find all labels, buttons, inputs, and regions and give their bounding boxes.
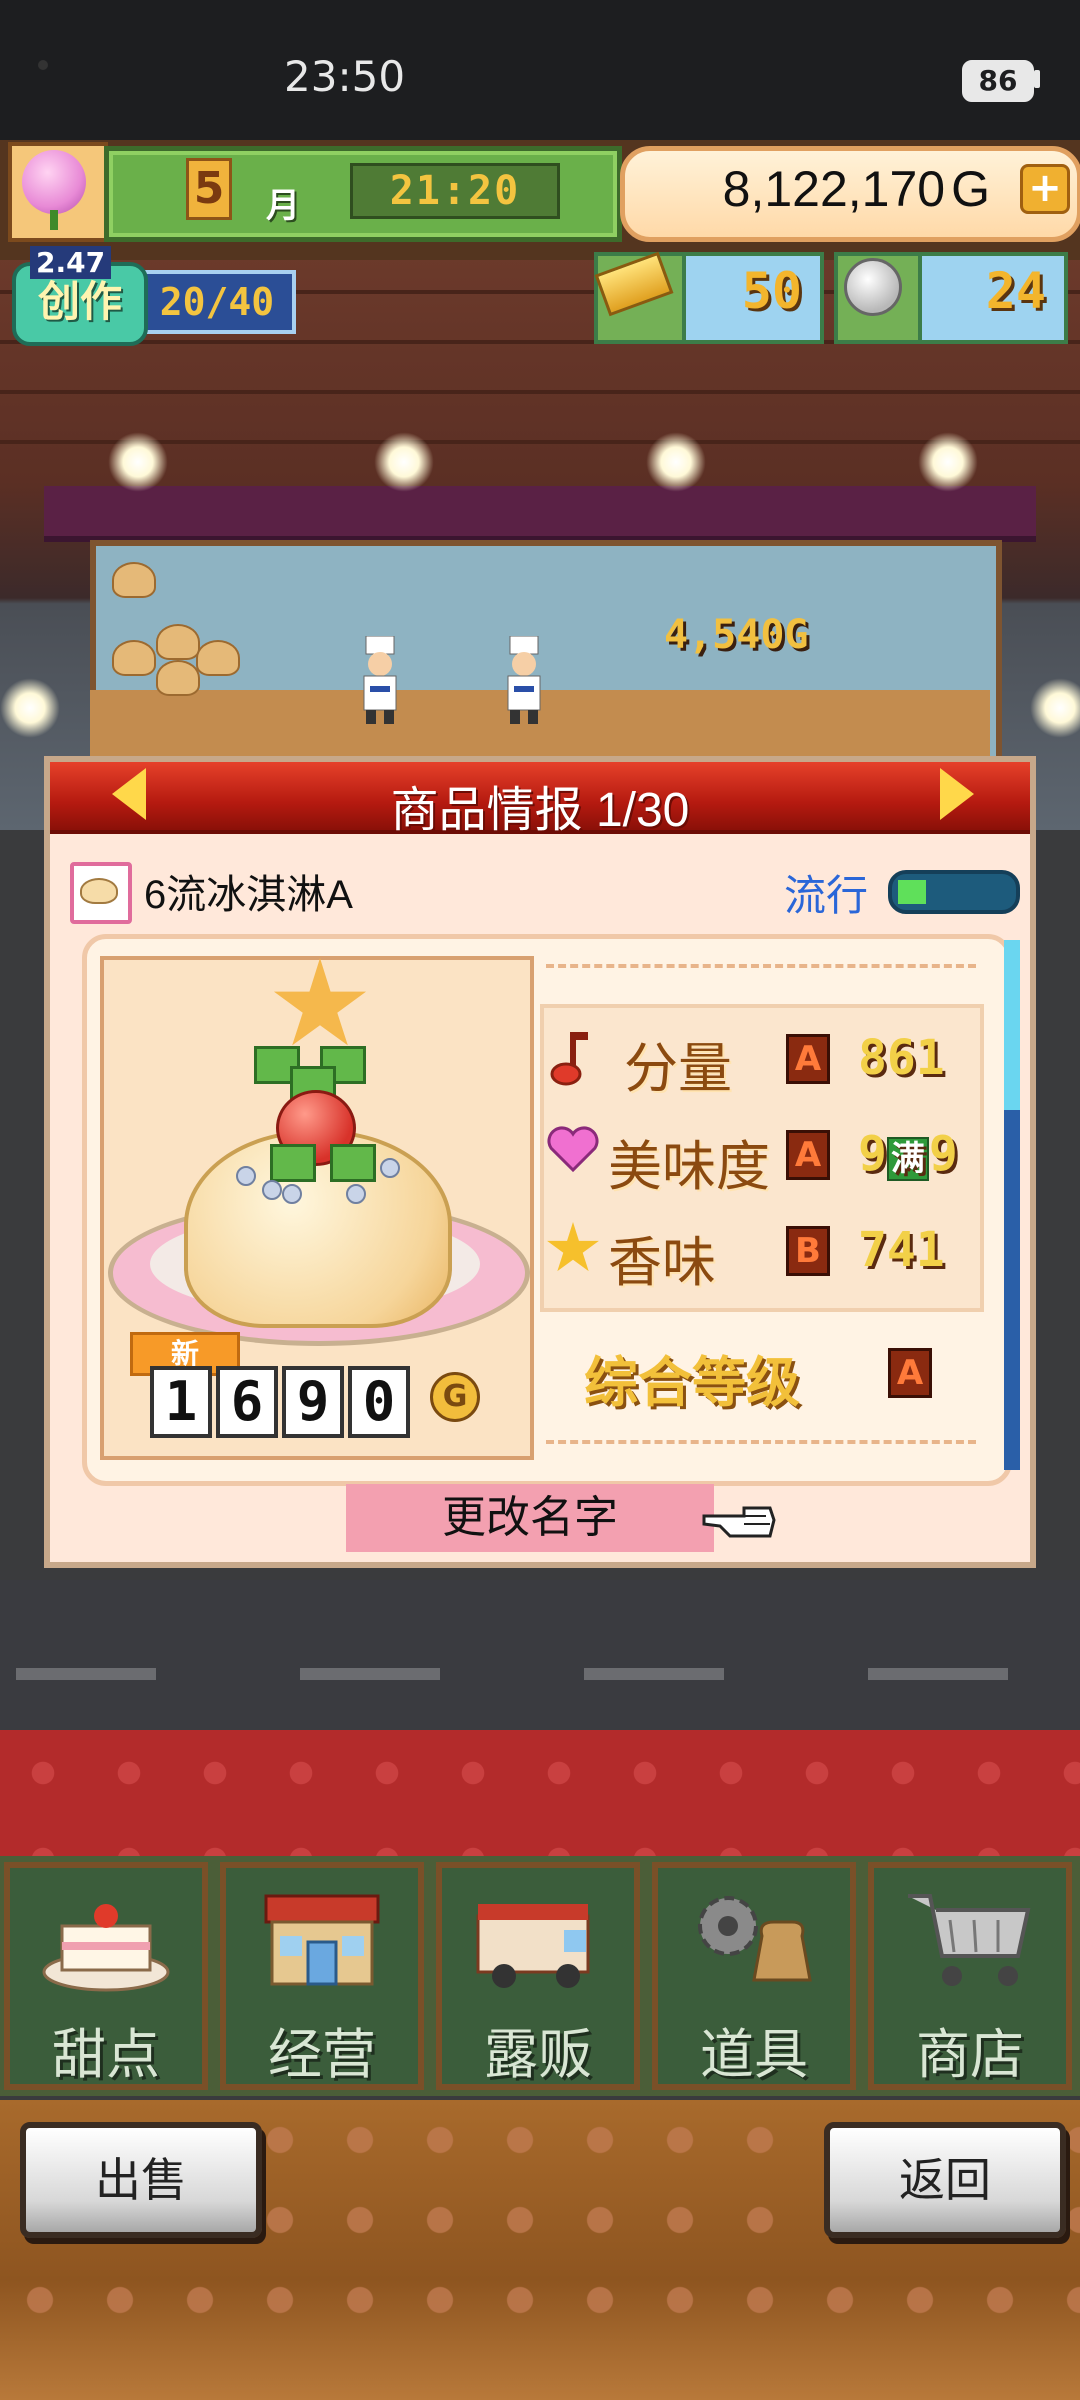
lamp-light bbox=[108, 432, 168, 492]
front-camera bbox=[38, 60, 48, 70]
heart-icon bbox=[546, 1124, 600, 1174]
sugar-bead bbox=[262, 1180, 282, 1200]
pointing-hand-icon bbox=[700, 1496, 778, 1542]
chef-character bbox=[500, 635, 548, 726]
gold-bar-count: 50 bbox=[741, 262, 802, 320]
music-note-icon bbox=[548, 1028, 592, 1088]
stat-value-taste: 9 满9 bbox=[858, 1126, 958, 1182]
cart-icon bbox=[900, 1886, 1040, 1996]
lamp-light bbox=[0, 678, 60, 738]
lamp-light bbox=[918, 432, 978, 492]
lane-marking bbox=[300, 1668, 440, 1680]
shop-awning bbox=[44, 486, 1036, 542]
flower-icon bbox=[22, 150, 86, 214]
trend-meter-fill bbox=[898, 880, 926, 904]
shop-icon bbox=[252, 1886, 392, 1996]
overall-grade-label: 综合等级 bbox=[584, 1353, 800, 1413]
stat-label-volume: 分量 bbox=[624, 1039, 732, 1099]
price-digit: 0 bbox=[348, 1366, 410, 1438]
divider bbox=[546, 1440, 976, 1444]
sell-button[interactable]: 出售 bbox=[20, 2122, 262, 2238]
max-tag: 满 bbox=[886, 1137, 929, 1181]
sugar-bead bbox=[380, 1158, 400, 1178]
back-button[interactable]: 返回 bbox=[824, 2122, 1066, 2238]
lane-marking bbox=[584, 1668, 724, 1680]
mint-leaf bbox=[270, 1144, 316, 1182]
item-name: 6流冰淇淋A bbox=[144, 873, 353, 917]
sugar-bead bbox=[346, 1184, 366, 1204]
lamp-light bbox=[646, 432, 706, 492]
menu-label-management: 经营 bbox=[268, 2025, 376, 2085]
medal-count: 24 bbox=[985, 262, 1046, 320]
stat-label-taste: 美味度 bbox=[608, 1137, 770, 1197]
add-money-button[interactable]: + bbox=[1020, 164, 1070, 214]
flower-stem bbox=[50, 210, 58, 230]
dialog-title: 商品情报 1/30 bbox=[390, 784, 690, 837]
bread-display bbox=[156, 660, 200, 696]
bread-display bbox=[156, 624, 200, 660]
create-count: 20/40 bbox=[138, 270, 296, 334]
food-truck-icon bbox=[468, 1886, 608, 1996]
overall-grade: A bbox=[888, 1348, 932, 1398]
gear-bag-icon bbox=[684, 1886, 824, 1996]
create-level: 2.47 bbox=[30, 246, 112, 279]
rename-button[interactable]: 更改名字 bbox=[346, 1484, 714, 1552]
bread-display bbox=[112, 640, 156, 676]
bread-display bbox=[112, 562, 156, 598]
money-unit: G bbox=[951, 161, 990, 217]
mint-leaf bbox=[330, 1144, 376, 1182]
game-time: 21:20 bbox=[350, 163, 560, 219]
price-unit: G bbox=[430, 1372, 480, 1422]
stat-value-volume: 861 bbox=[858, 1030, 945, 1086]
bread-display bbox=[196, 640, 240, 676]
month-label: 月 bbox=[266, 186, 300, 226]
stat-grade-volume: A bbox=[786, 1034, 830, 1084]
stat-grade-taste: A bbox=[786, 1130, 830, 1180]
battery-indicator: 86 bbox=[962, 60, 1034, 102]
lane-marking bbox=[16, 1668, 156, 1680]
cake-icon bbox=[36, 1886, 176, 1996]
stat-grade-aroma: B bbox=[786, 1226, 830, 1276]
floating-earnings: 4,540G bbox=[664, 612, 809, 658]
dessert-icon bbox=[80, 878, 118, 904]
medal-icon bbox=[844, 258, 902, 316]
status-clock: 23:50 bbox=[284, 52, 406, 101]
stat-label-aroma: 香味 bbox=[608, 1233, 716, 1293]
next-item-arrow-icon[interactable] bbox=[940, 768, 974, 820]
month-number: 5 bbox=[186, 158, 232, 220]
money-amount: 8,122,170 G bbox=[722, 161, 990, 217]
trend-label: 流行 bbox=[784, 872, 869, 919]
lamp-light bbox=[374, 432, 434, 492]
previous-item-arrow-icon[interactable] bbox=[112, 768, 146, 820]
price-digit: 6 bbox=[216, 1366, 278, 1438]
menu-label-dessert: 甜点 bbox=[52, 2025, 160, 2085]
sugar-bead bbox=[282, 1184, 302, 1204]
lane-marking bbox=[868, 1668, 1008, 1680]
sugar-bead bbox=[236, 1166, 256, 1186]
price-digit: 1 bbox=[150, 1366, 212, 1438]
menu-label-store: 商店 bbox=[916, 2025, 1024, 2085]
scrollbar-thumb[interactable] bbox=[1004, 940, 1020, 1110]
price-digit: 9 bbox=[282, 1366, 344, 1438]
divider bbox=[546, 964, 976, 968]
menu-label-food-truck: 露贩 bbox=[484, 2025, 592, 2085]
menu-label-items: 道具 bbox=[700, 2025, 808, 2085]
status-bar bbox=[0, 0, 1080, 140]
battery-tip bbox=[1034, 70, 1040, 88]
chef-character bbox=[356, 635, 404, 726]
carpet-strip bbox=[0, 1730, 1080, 1860]
street bbox=[0, 1580, 1080, 1730]
stat-value-aroma: 741 bbox=[858, 1222, 945, 1278]
